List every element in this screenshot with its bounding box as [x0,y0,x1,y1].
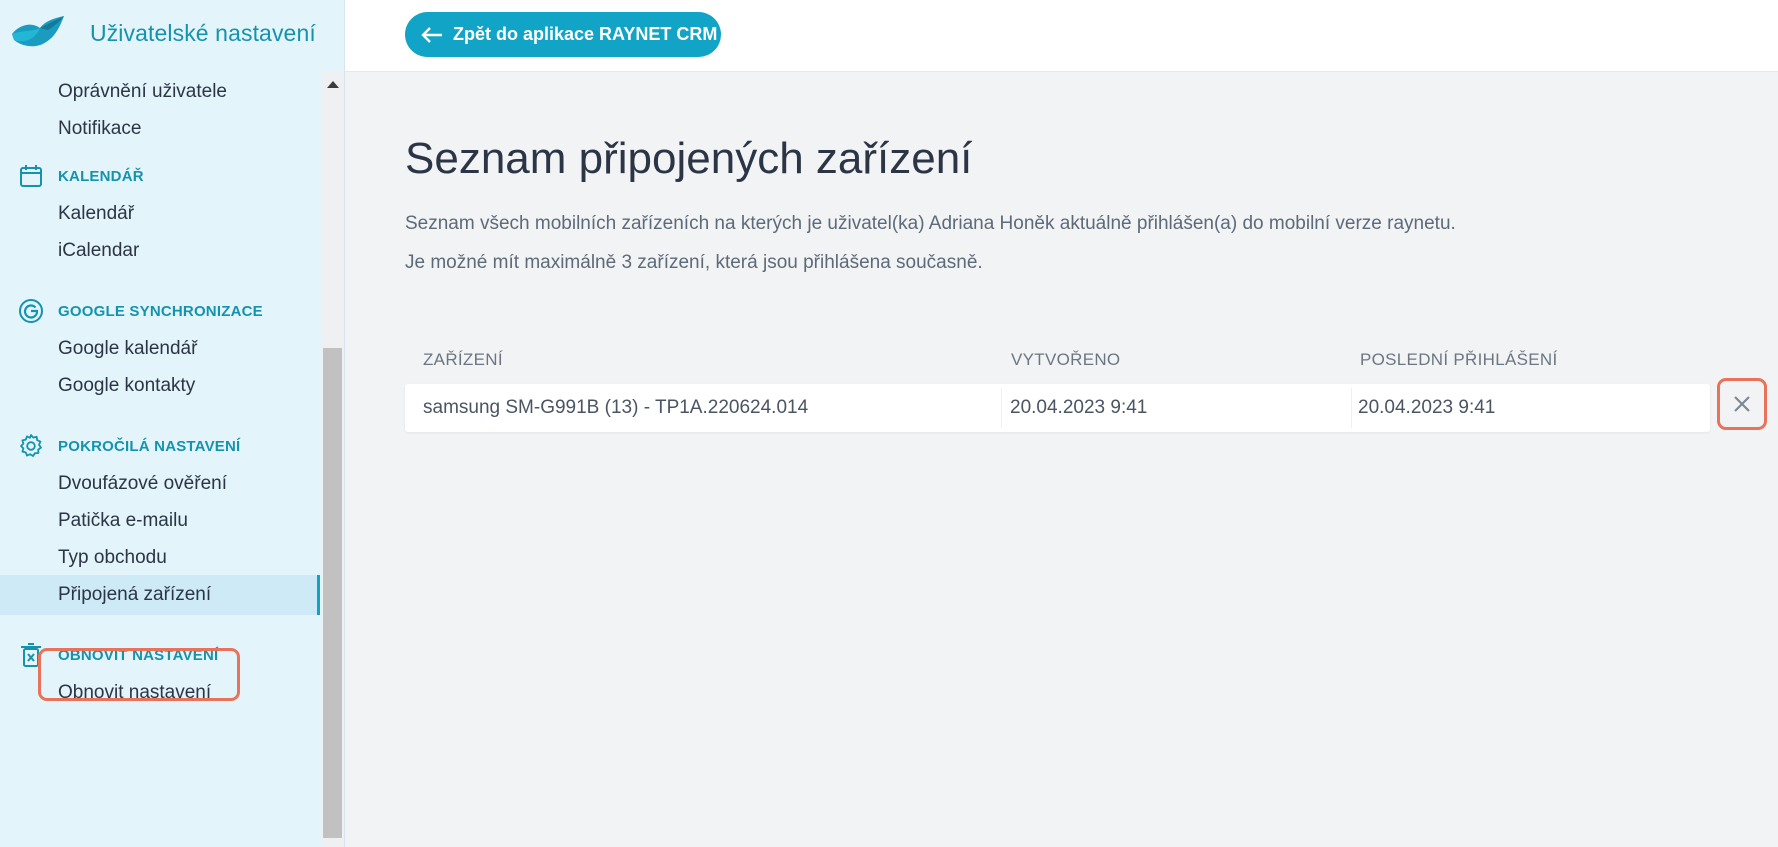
remove-device-button[interactable] [1717,378,1767,430]
scrollbar-thumb[interactable] [323,348,342,838]
arrow-left-icon [421,26,442,43]
column-header-created: VYTVOŘENO [1011,350,1121,369]
calendar-icon [20,165,42,187]
section-pokrocila: POKROČILÁ NASTAVENÍ [18,431,240,461]
sidebar-item-opravneni[interactable]: Oprávnění uživatele [0,72,320,112]
gear-icon [20,434,42,457]
section-title: GOOGLE SYNCHRONIZACE [58,302,263,320]
table-row: samsung SM-G991B (13) - TP1A.220624.014 … [405,384,1710,432]
column-header-device: ZAŘÍZENÍ [423,350,503,369]
back-to-app-button[interactable]: Zpět do aplikace RAYNET CRM [405,12,721,57]
section-title: POKROČILÁ NASTAVENÍ [58,437,241,455]
sidebar-title: Uživatelské nastavení [90,20,316,46]
page-title: Seznam připojených zařízení [405,134,973,183]
last-login-date: 20.04.2023 9:41 [1358,397,1496,418]
main-content: Seznam připojených zařízení Seznam všech… [345,72,1778,847]
cell-divider [1351,388,1352,428]
sidebar-item-label: Připojená zařízení [58,584,212,605]
sidebar-item-google-kontakty[interactable]: Google kontakty [0,366,320,406]
created-date: 20.04.2023 9:41 [1010,397,1148,418]
raynet-logo [12,16,64,47]
sidebar-item-typ-obchodu[interactable]: Typ obchodu [0,538,320,578]
sidebar-item-obnovit[interactable]: Obnovit nastavení [0,673,320,713]
sidebar-header: Uživatelské nastavení [0,0,345,72]
page-description: Seznam všech mobilních zařízeních na kte… [405,213,1456,234]
section-google: GOOGLE SYNCHRONIZACE [18,296,263,326]
scroll-up-arrow-icon[interactable] [327,81,339,88]
sidebar-item-pripojena-zarizeni[interactable]: Připojená zařízení [0,575,320,615]
section-title: OBNOVIT NASTAVENÍ [58,646,219,664]
sidebar-item-google-kalendar[interactable]: Google kalendář [0,329,320,369]
column-header-last-login: POSLEDNÍ PŘIHLÁŠENÍ [1360,350,1558,369]
sidebar-item-icalendar[interactable]: iCalendar [0,231,320,271]
back-button-label: Zpět do aplikace RAYNET CRM [453,24,718,44]
section-title: KALENDÁŘ [58,167,144,185]
topbar: Zpět do aplikace RAYNET CRM [345,0,1778,72]
sidebar: Uživatelské nastavení Oprávnění uživatel… [0,0,345,847]
page-description-limit: Je možné mít maximálně 3 zařízení, která… [405,252,983,273]
trash-icon [21,643,41,667]
sidebar-item-kalendar[interactable]: Kalendář [0,194,320,234]
cell-divider [1001,388,1002,428]
sidebar-item-dvoufazove[interactable]: Dvoufázové ověření [0,464,320,504]
close-icon [1734,396,1750,412]
section-obnovit: OBNOVIT NASTAVENÍ [18,640,218,670]
sidebar-item-notifikace[interactable]: Notifikace [0,109,320,149]
device-name: samsung SM-G991B (13) - TP1A.220624.014 [423,397,809,418]
sidebar-menu: Oprávnění uživatele Notifikace KALENDÁŘ … [0,72,320,847]
google-icon [19,299,43,323]
sidebar-item-paticka[interactable]: Patička e-mailu [0,501,320,541]
section-kalendar: KALENDÁŘ [18,161,144,191]
